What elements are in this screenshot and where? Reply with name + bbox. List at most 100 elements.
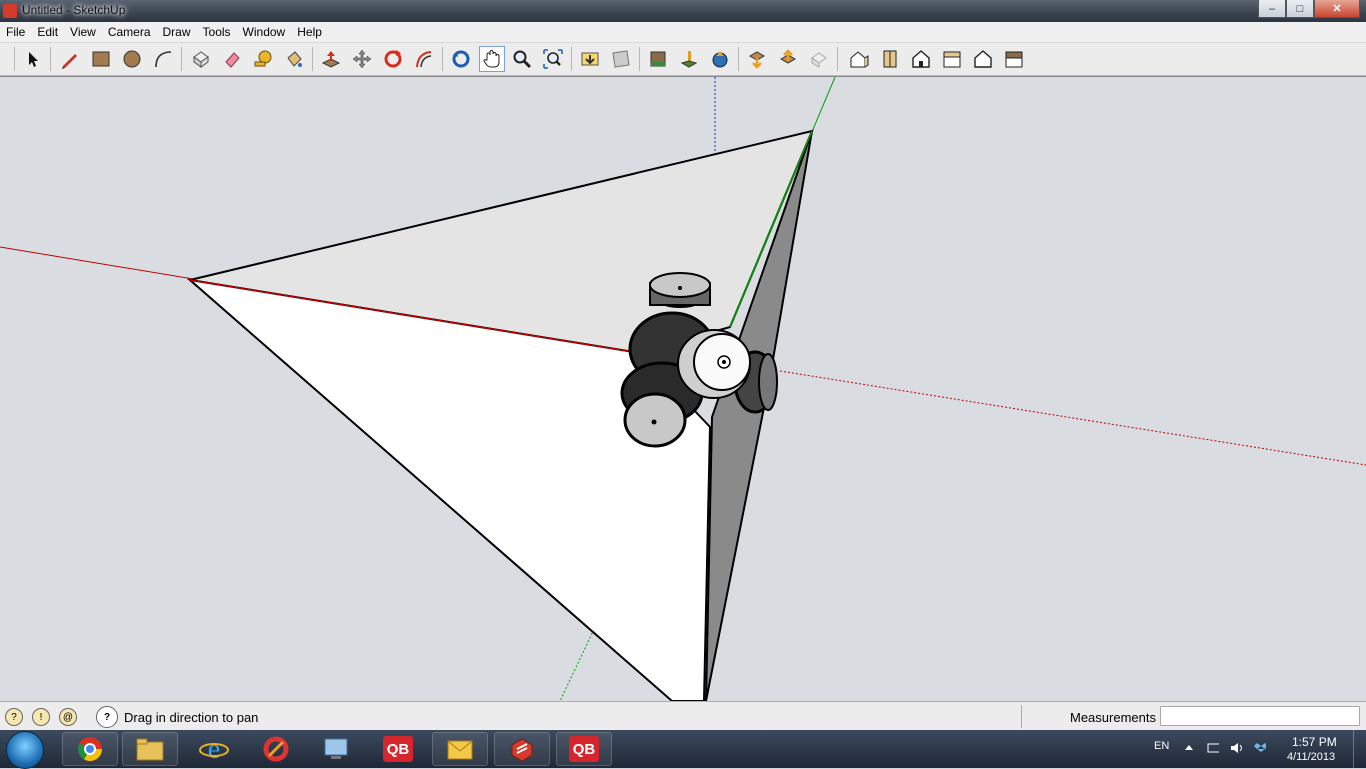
share-model-button[interactable] — [707, 46, 733, 72]
arrow-icon — [29, 52, 38, 67]
volume-icon[interactable] — [1230, 742, 1242, 754]
component-icon — [193, 51, 209, 68]
window-title: Untitled - SketchUp — [22, 3, 126, 17]
measurements-input[interactable] — [1160, 706, 1360, 726]
qb-icon: QB — [569, 736, 599, 762]
title-bar: Untitled - SketchUp – □ ✕ — [0, 0, 1366, 22]
rotate-tool-button[interactable] — [380, 46, 406, 72]
circle-tool-button[interactable] — [119, 46, 145, 72]
credits-icon[interactable]: ! — [32, 708, 50, 726]
taskbar-ccleaner[interactable] — [248, 732, 304, 766]
taskbar-chrome[interactable] — [62, 732, 118, 766]
toolbar-separator — [571, 47, 572, 71]
clock-time[interactable]: 1:57 PM — [1292, 735, 1337, 749]
menu-camera[interactable]: Camera — [102, 25, 157, 39]
menu-draw[interactable]: Draw — [157, 25, 197, 39]
sketchup-app-icon — [3, 4, 17, 18]
toolbar-separator — [181, 47, 182, 71]
push-pull-tool-button[interactable] — [318, 46, 344, 72]
maximize-button[interactable]: □ — [1286, 0, 1314, 18]
main-toolbar — [0, 43, 1366, 76]
remote-icon — [324, 738, 348, 759]
menu-view[interactable]: View — [64, 25, 102, 39]
toolbar-separator — [14, 47, 15, 71]
language-indicator[interactable]: EN — [1154, 740, 1169, 752]
next-view-button[interactable] — [608, 46, 634, 72]
share-model-icon — [712, 51, 728, 68]
menu-tools[interactable]: Tools — [197, 25, 237, 39]
svg-text:e: e — [208, 734, 220, 764]
show-desktop-button[interactable] — [1353, 730, 1366, 768]
start-button[interactable] — [6, 731, 44, 769]
move-tool-button[interactable] — [349, 46, 375, 72]
help-icon[interactable]: ? — [96, 706, 118, 728]
offset-icon — [416, 51, 432, 68]
right-view-button[interactable] — [939, 46, 965, 72]
ccleaner-icon — [263, 736, 289, 762]
eraser-icon — [225, 52, 240, 68]
line-tool-button[interactable] — [57, 46, 83, 72]
previous-view-button[interactable] — [577, 46, 603, 72]
zoom-tool-button[interactable] — [509, 46, 535, 72]
left-house-icon — [1005, 51, 1023, 68]
extension-warehouse-button[interactable] — [806, 46, 832, 72]
toolbar-separator — [442, 47, 443, 71]
orbit-icon — [452, 50, 470, 68]
pan-tool-button[interactable] — [479, 46, 505, 72]
front-view-button[interactable] — [908, 46, 934, 72]
chevron-up-icon[interactable] — [1184, 742, 1196, 754]
previous-view-icon — [581, 52, 599, 66]
action-center-icon[interactable] — [1207, 742, 1219, 754]
taskbar-quickbooks-2[interactable]: QB — [556, 732, 612, 766]
front-house-icon — [912, 50, 930, 68]
top-view-button[interactable] — [877, 46, 903, 72]
back-view-button[interactable] — [970, 46, 996, 72]
magnifier-icon — [513, 50, 532, 69]
place-model-button[interactable] — [676, 46, 702, 72]
make-component-tool-button[interactable] — [188, 46, 214, 72]
tape-measure-tool-button[interactable] — [250, 46, 276, 72]
taskbar-sketchup[interactable] — [494, 732, 550, 766]
arc-tool-button[interactable] — [150, 46, 176, 72]
user-icon[interactable]: @ — [59, 708, 77, 726]
sketchup-icon — [511, 738, 533, 762]
iso-view-button[interactable] — [846, 46, 872, 72]
rectangle-tool-button[interactable] — [88, 46, 114, 72]
taskbar-remote[interactable] — [308, 732, 364, 766]
right-house-icon — [943, 51, 961, 68]
taskbar-internet-explorer[interactable]: e — [186, 732, 242, 766]
get-models-button[interactable] — [744, 46, 770, 72]
menu-bar: File Edit View Camera Draw Tools Window … — [0, 22, 1366, 43]
warehouse-icon — [811, 52, 827, 68]
select-tool-button[interactable] — [20, 46, 46, 72]
zoom-extents-tool-button[interactable] — [540, 46, 566, 72]
geo-location-icon[interactable]: ? — [5, 708, 23, 726]
status-divider — [1021, 705, 1022, 728]
taskbar-explorer[interactable] — [122, 732, 178, 766]
eraser-tool-button[interactable] — [219, 46, 245, 72]
google-earth-button[interactable] — [645, 46, 671, 72]
dropbox-icon[interactable] — [1254, 742, 1266, 754]
clock-date[interactable]: 4/11/2013 — [1287, 751, 1335, 763]
earth-icon — [650, 51, 666, 67]
back-house-icon — [974, 50, 992, 68]
taskbar-quickbooks-1[interactable]: QB — [370, 732, 426, 766]
offset-tool-button[interactable] — [411, 46, 437, 72]
chrome-icon — [77, 737, 102, 762]
drawing-viewport[interactable] — [0, 76, 1366, 702]
close-button[interactable]: ✕ — [1314, 0, 1360, 18]
share-component-button[interactable] — [775, 46, 801, 72]
zoom-extents-icon — [543, 49, 563, 69]
taskbar-outlook[interactable] — [432, 732, 488, 766]
outlook-icon — [447, 740, 473, 760]
menu-help[interactable]: Help — [291, 25, 328, 39]
menu-edit[interactable]: Edit — [31, 25, 64, 39]
menu-file[interactable]: File — [0, 25, 31, 39]
orbit-tool-button[interactable] — [448, 46, 474, 72]
minimize-button[interactable]: – — [1258, 0, 1286, 18]
menu-window[interactable]: Window — [237, 25, 292, 39]
iso-house-icon — [850, 51, 869, 68]
arc-icon — [155, 51, 172, 68]
left-view-button[interactable] — [1001, 46, 1027, 72]
paint-bucket-tool-button[interactable] — [281, 46, 307, 72]
